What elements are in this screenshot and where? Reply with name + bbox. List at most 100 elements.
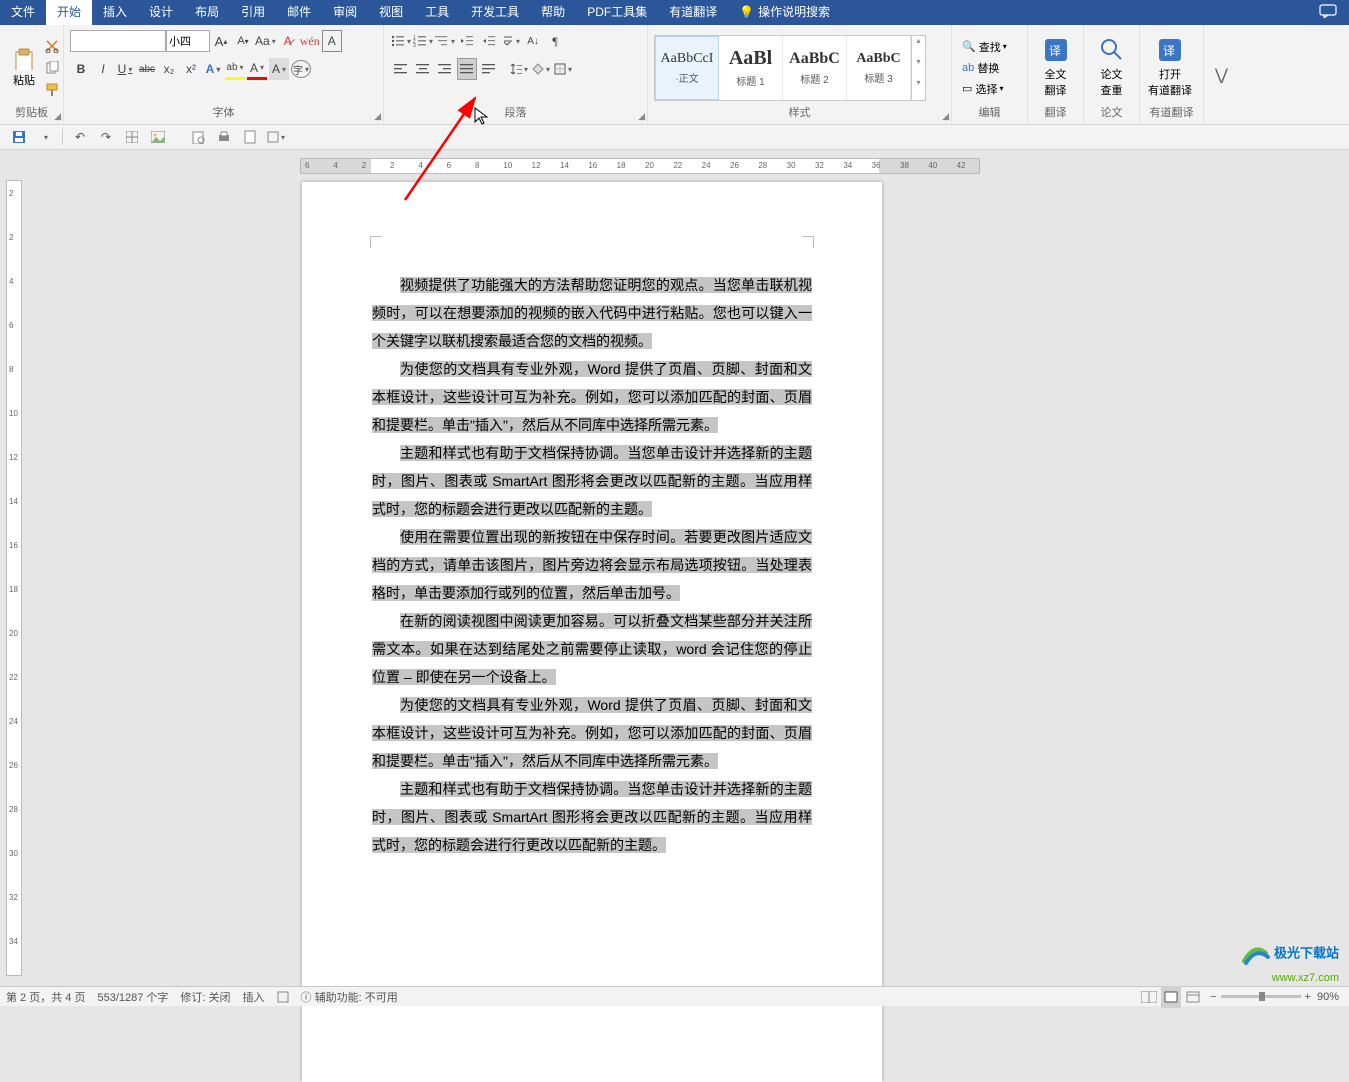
para-3[interactable]: 主题和样式也有助于文档保持协调。当您单击设计并选择新的主题时，图片、图表或 Sm… <box>372 445 812 517</box>
tab-design[interactable]: 设计 <box>138 0 184 25</box>
undo-button[interactable]: ↶ <box>70 126 90 148</box>
align-distribute-button[interactable] <box>479 58 499 80</box>
tab-layout[interactable]: 布局 <box>184 0 230 25</box>
save-button[interactable] <box>9 126 29 148</box>
insert-mode[interactable]: 插入 <box>243 989 265 1005</box>
font-launcher[interactable]: ◢ <box>374 111 381 122</box>
style-normal[interactable]: AaBbCcI ·正文 <box>655 36 719 100</box>
tab-tools[interactable]: 工具 <box>414 0 460 25</box>
document-body[interactable]: 视频提供了功能强大的方法帮助您证明您的观点。当您单击联机视频时，可以在想要添加的… <box>372 272 812 860</box>
numbering-button[interactable]: 123 <box>413 30 433 52</box>
view-read-mode[interactable] <box>1139 986 1159 1008</box>
tab-file[interactable]: 文件 <box>0 0 46 25</box>
increase-indent-button[interactable] <box>479 30 499 52</box>
phonetic-guide-button[interactable]: wén <box>300 30 320 52</box>
font-size-select[interactable] <box>166 30 210 52</box>
thesis-check-button[interactable]: 论文 查重 <box>1090 37 1133 98</box>
sort-button[interactable]: A↓ <box>523 30 543 52</box>
font-color-button[interactable]: A <box>247 58 267 80</box>
replace-button[interactable]: ab 替换 <box>958 58 1011 78</box>
paragraph-launcher[interactable]: ◢ <box>638 111 645 122</box>
grow-font-button[interactable]: A▴ <box>211 30 231 52</box>
decrease-indent-button[interactable] <box>457 30 477 52</box>
tab-pdf[interactable]: PDF工具集 <box>576 0 658 25</box>
tab-developer[interactable]: 开发工具 <box>460 0 530 25</box>
para-1[interactable]: 视频提供了功能强大的方法帮助您证明您的观点。当您单击联机视频时，可以在想要添加的… <box>372 277 812 349</box>
multilevel-button[interactable] <box>435 30 455 52</box>
page[interactable]: 视频提供了功能强大的方法帮助您证明您的观点。当您单击联机视频时，可以在想要添加的… <box>302 182 882 1082</box>
qat-more-button[interactable] <box>266 126 286 148</box>
para-7[interactable]: 主题和样式也有助于文档保持协调。当您单击设计并选择新的主题时，图片、图表或 Sm… <box>372 781 812 853</box>
zoom-level[interactable]: 90% <box>1317 991 1339 1003</box>
show-marks-button[interactable]: ¶ <box>545 30 565 52</box>
char-shading-button[interactable]: A <box>269 58 289 80</box>
text-direction-button[interactable] <box>501 30 521 52</box>
styles-gallery[interactable]: AaBbCcI ·正文 AaBl 标题 1 AaBbC 标题 2 AaBbC 标… <box>654 35 926 101</box>
clipboard-launcher[interactable]: ◢ <box>54 111 61 122</box>
view-web-layout[interactable] <box>1183 986 1203 1008</box>
text-effects-button[interactable]: A <box>203 58 223 80</box>
accessibility-status[interactable]: ⓘ 辅助功能: 不可用 <box>301 989 398 1005</box>
bold-button[interactable]: B <box>71 58 91 80</box>
find-button[interactable]: 🔍 查找▾ <box>958 37 1011 57</box>
zoom-in-button[interactable]: + <box>1305 991 1311 1003</box>
zoom-out-button[interactable]: − <box>1210 991 1216 1003</box>
clear-formatting-button[interactable]: A̷ <box>278 30 298 52</box>
qat-print-preview-button[interactable] <box>188 126 208 148</box>
para-4[interactable]: 使用在需要位置出现的新按钮在中保存时间。若要更改图片适应文档的方式，请单击该图片… <box>372 529 812 601</box>
horizontal-ruler[interactable]: 6422468101214161820222426283032343638404… <box>300 158 980 174</box>
char-border-button[interactable]: A <box>322 30 342 52</box>
select-button[interactable]: ▭ 选择▾ <box>958 79 1011 99</box>
view-print-layout[interactable] <box>1161 986 1181 1008</box>
paste-button[interactable]: 粘贴 <box>6 48 42 88</box>
styles-launcher[interactable]: ◢ <box>942 111 949 122</box>
qat-customize[interactable] <box>35 126 55 148</box>
align-right-button[interactable] <box>435 58 455 80</box>
strike-button[interactable]: abc <box>137 58 157 80</box>
page-indicator[interactable]: 第 2 页，共 4 页 <box>6 989 85 1005</box>
shrink-font-button[interactable]: A▾ <box>233 30 253 52</box>
ime-indicator[interactable] <box>277 991 289 1003</box>
font-name-select[interactable] <box>70 30 166 52</box>
tell-me[interactable]: 💡 操作说明搜索 <box>728 0 841 25</box>
copy-button[interactable] <box>43 58 61 78</box>
tab-references[interactable]: 引用 <box>230 0 276 25</box>
style-heading2[interactable]: AaBbC 标题 2 <box>783 36 847 100</box>
revision-status[interactable]: 修订: 关闭 <box>180 989 230 1005</box>
align-left-button[interactable] <box>391 58 411 80</box>
qat-table-button[interactable] <box>122 126 142 148</box>
bullets-button[interactable] <box>391 30 411 52</box>
vertical-ruler[interactable]: 2246810121416182022242628303234 <box>6 180 22 976</box>
align-center-button[interactable] <box>413 58 433 80</box>
highlight-button[interactable]: ab <box>225 58 245 80</box>
ribbon-collapse[interactable]: ⋁ <box>1204 25 1232 124</box>
redo-button[interactable]: ↷ <box>96 126 116 148</box>
tab-help[interactable]: 帮助 <box>530 0 576 25</box>
comments-icon[interactable] <box>1307 4 1349 21</box>
cut-button[interactable] <box>43 36 61 56</box>
tab-mailings[interactable]: 邮件 <box>276 0 322 25</box>
open-youdao-button[interactable]: 译 打开 有道翻译 <box>1146 37 1194 98</box>
styles-scroll[interactable]: ▴▾▾ <box>911 36 925 100</box>
underline-button[interactable]: U <box>115 58 135 80</box>
shading-button[interactable] <box>531 58 551 80</box>
tab-review[interactable]: 审阅 <box>322 0 368 25</box>
tab-youdao[interactable]: 有道翻译 <box>658 0 728 25</box>
full-translate-button[interactable]: 译 全文 翻译 <box>1034 37 1077 98</box>
tab-view[interactable]: 视图 <box>368 0 414 25</box>
tab-insert[interactable]: 插入 <box>92 0 138 25</box>
style-heading3[interactable]: AaBbC 标题 3 <box>847 36 911 100</box>
borders-button[interactable] <box>553 58 573 80</box>
para-2[interactable]: 为使您的文档具有专业外观，Word 提供了页眉、页脚、封面和文本框设计，这些设计… <box>372 361 812 433</box>
word-count[interactable]: 553/1287 个字 <box>97 989 168 1005</box>
superscript-button[interactable]: x² <box>181 58 201 80</box>
italic-button[interactable]: I <box>93 58 113 80</box>
format-painter-button[interactable] <box>43 80 61 100</box>
qat-print-button[interactable] <box>214 126 234 148</box>
enclose-char-button[interactable]: 字 <box>291 60 311 78</box>
change-case-button[interactable]: Aa <box>255 30 276 52</box>
para-5[interactable]: 在新的阅读视图中阅读更加容易。可以折叠文档某些部分并关注所需文本。如果在达到结尾… <box>372 613 812 685</box>
para-6[interactable]: 为使您的文档具有专业外观，Word 提供了页眉、页脚、封面和文本框设计，这些设计… <box>372 697 812 769</box>
line-spacing-button[interactable] <box>509 58 529 80</box>
zoom-slider[interactable]: − + <box>1210 991 1311 1003</box>
